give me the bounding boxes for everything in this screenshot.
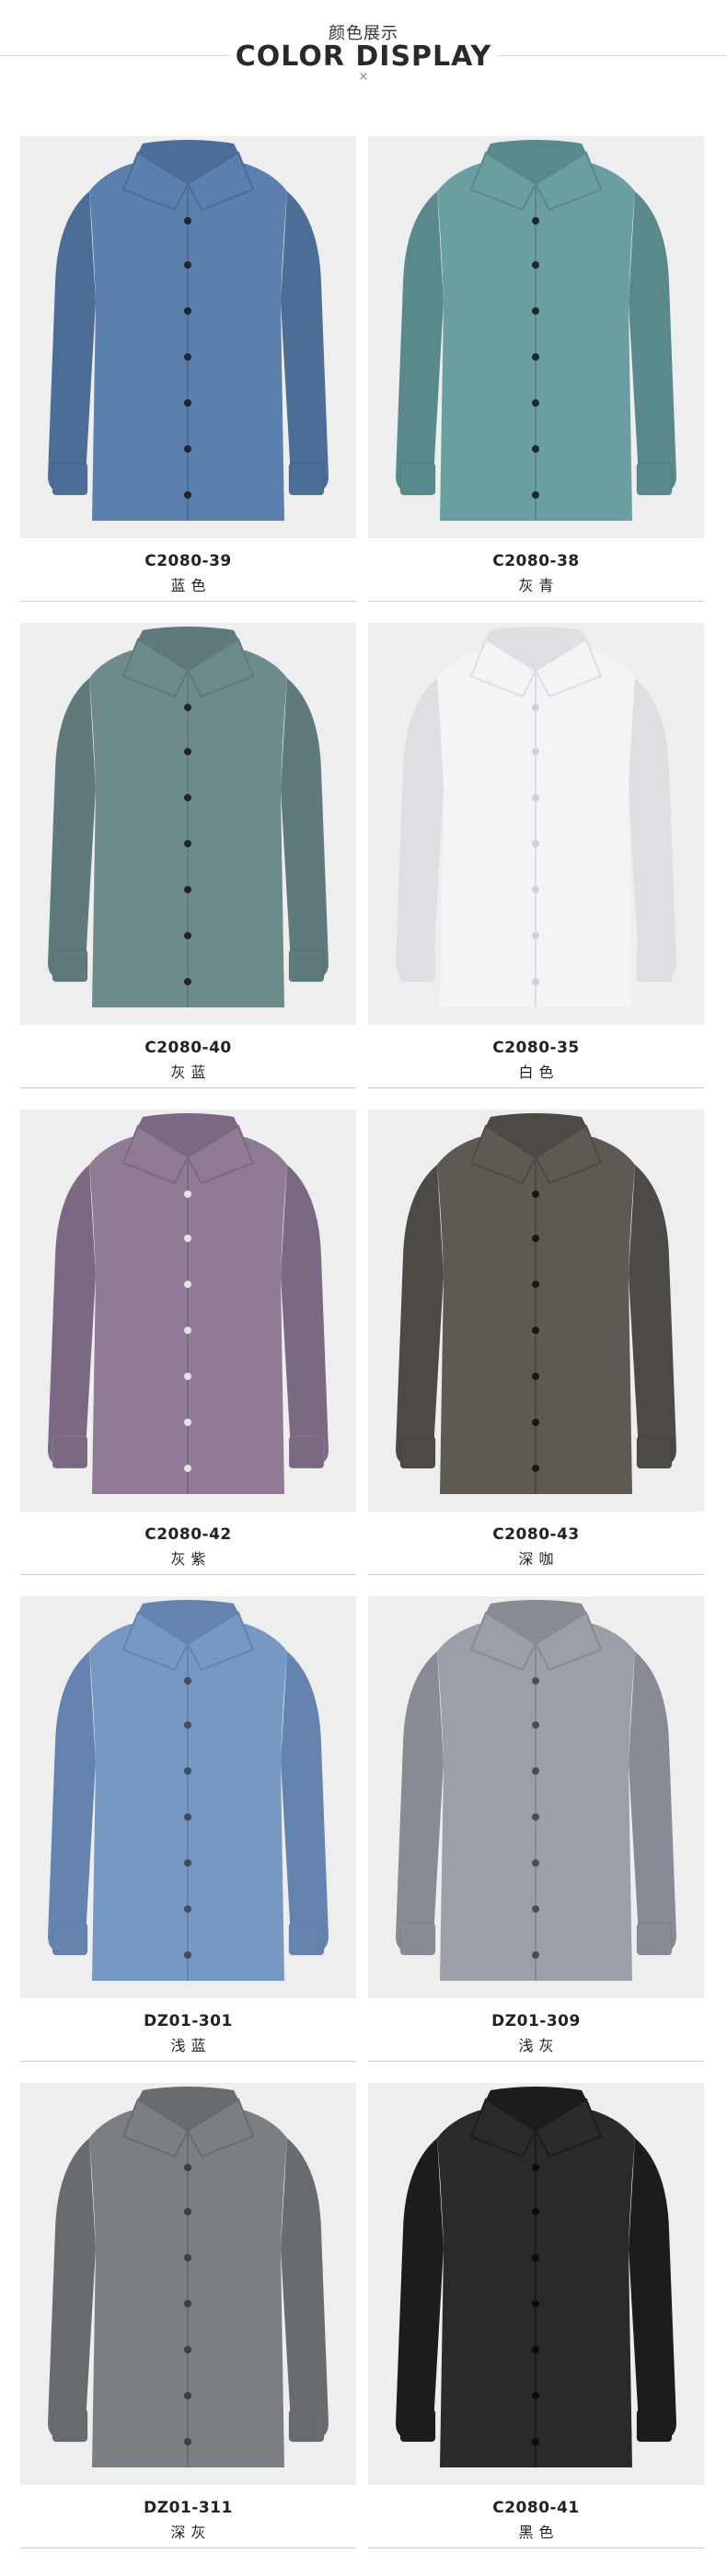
- shirt-photo: [20, 136, 356, 538]
- color-name: 蓝色: [170, 577, 212, 594]
- color-card[interactable]: DZ01-301 浅蓝: [20, 1596, 356, 2084]
- color-name: 浅蓝: [170, 2037, 212, 2054]
- shirt-photo: [20, 2083, 356, 2485]
- color-name: 灰紫: [170, 1550, 212, 1568]
- color-code: DZ01-311: [144, 2499, 233, 2517]
- shirt-photo: [368, 1596, 704, 1998]
- card-divider: [368, 2061, 704, 2062]
- shirt-illustration: [368, 1110, 704, 1512]
- color-card[interactable]: DZ01-311 深灰: [20, 2083, 356, 2570]
- close-icon: ×: [358, 70, 369, 84]
- color-code: C2080-38: [492, 552, 580, 570]
- shirt-illustration: [20, 1596, 356, 1998]
- color-name: 黑色: [518, 2524, 560, 2541]
- color-code: C2080-39: [144, 552, 232, 570]
- page-header: 颜色展示 COLOR DISPLAY ×: [0, 0, 727, 92]
- shirt-illustration: [368, 136, 704, 538]
- shirt-photo: [20, 623, 356, 1025]
- color-code: DZ01-309: [491, 2012, 581, 2030]
- color-card[interactable]: C2080-39 蓝色: [20, 136, 356, 624]
- card-divider: [20, 2547, 356, 2548]
- color-code: C2080-43: [492, 1525, 580, 1544]
- card-divider: [368, 601, 704, 602]
- color-name: 灰青: [518, 577, 560, 594]
- shirt-photo: [368, 2083, 704, 2485]
- color-name: 深灰: [170, 2524, 212, 2541]
- shirt-illustration: [20, 1110, 356, 1512]
- card-divider: [20, 2061, 356, 2062]
- shirt-illustration: [20, 136, 356, 538]
- card-divider: [20, 1087, 356, 1088]
- shirt-illustration: [368, 2083, 704, 2485]
- color-name: 浅灰: [518, 2037, 560, 2054]
- card-divider: [20, 601, 356, 602]
- color-name: 深咖: [518, 1550, 560, 1568]
- color-code: C2080-41: [492, 2499, 580, 2517]
- color-card[interactable]: C2080-42 灰紫: [20, 1110, 356, 1597]
- color-card[interactable]: DZ01-309 浅灰: [368, 1596, 704, 2084]
- color-code: C2080-35: [492, 1039, 580, 1057]
- shirt-photo: [368, 623, 704, 1025]
- color-name: 白色: [518, 1064, 560, 1081]
- page-title-en: COLOR DISPLAY: [235, 40, 492, 73]
- card-divider: [368, 1087, 704, 1088]
- color-code: C2080-42: [144, 1525, 232, 1544]
- shirt-illustration: [20, 623, 356, 1025]
- color-card[interactable]: C2080-40 灰蓝: [20, 623, 356, 1110]
- color-card[interactable]: C2080-35 白色: [368, 623, 704, 1110]
- shirt-illustration: [368, 623, 704, 1025]
- color-card[interactable]: C2080-41 黑色: [368, 2083, 704, 2570]
- card-divider: [368, 1574, 704, 1575]
- color-code: C2080-40: [144, 1039, 232, 1057]
- shirt-illustration: [368, 1596, 704, 1998]
- color-card[interactable]: C2080-43 深咖: [368, 1110, 704, 1597]
- shirt-photo: [368, 1110, 704, 1512]
- shirt-illustration: [20, 2083, 356, 2485]
- card-divider: [20, 1574, 356, 1575]
- shirt-photo: [20, 1110, 356, 1512]
- color-card[interactable]: C2080-38 灰青: [368, 136, 704, 624]
- color-code: DZ01-301: [144, 2012, 233, 2030]
- shirt-photo: [368, 136, 704, 538]
- color-name: 灰蓝: [170, 1064, 212, 1081]
- card-divider: [368, 2547, 704, 2548]
- shirt-photo: [20, 1596, 356, 1998]
